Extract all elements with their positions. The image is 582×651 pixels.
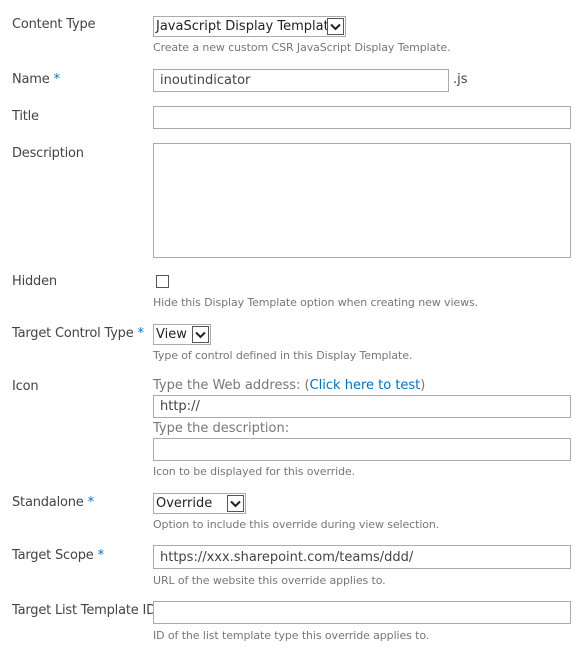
content-type-label: Content Type [12,17,95,32]
icon-url-input[interactable] [153,395,571,418]
standalone-description: Option to include this override during v… [153,518,440,531]
icon-help-description: Icon to be displayed for this override. [153,465,356,478]
standalone-label-text: Standalone [12,495,84,510]
icon-description-input[interactable] [153,438,571,461]
icon-label: Icon [12,379,39,394]
hidden-checkbox[interactable] [156,275,169,288]
web-address-prefix: Type the Web address: ( [153,378,310,393]
target-control-type-select[interactable]: View [153,324,211,345]
content-type-selected-value: JavaScript Display Template [156,19,337,34]
name-label: Name * [12,72,60,87]
target-control-type-label: Target Control Type * [12,326,144,341]
description-label: Description [12,146,84,161]
target-list-template-id-label: Target List Template ID [12,603,156,618]
title-label: Title [12,109,39,124]
content-type-label-text: Content Type [12,17,96,32]
target-control-type-description: Type of control defined in this Display … [153,349,413,362]
target-list-template-id-description: ID of the list template type this overri… [153,629,430,642]
required-asterisk: * [97,548,105,563]
icon-web-address-label: Type the Web address: (Click here to tes… [153,378,425,393]
test-link[interactable]: Click here to test [310,378,421,393]
web-address-suffix: ) [420,378,426,393]
required-asterisk: * [137,326,145,341]
chevron-down-icon[interactable] [327,18,344,35]
target-list-template-id-input[interactable] [153,601,571,624]
target-scope-label: Target Scope * [12,548,104,563]
standalone-selected-value: Override [156,496,213,511]
standalone-label: Standalone * [12,495,94,510]
required-asterisk: * [53,72,61,87]
required-asterisk: * [87,495,95,510]
content-type-description: Create a new custom CSR JavaScript Displ… [153,41,451,54]
chevron-down-icon[interactable] [227,495,244,512]
name-extension-suffix: .js [453,72,468,87]
hidden-label: Hidden [12,274,57,289]
target-scope-label-text: Target Scope [12,548,94,563]
chevron-down-icon[interactable] [192,326,209,343]
icon-description-label: Type the description: [153,421,290,436]
content-type-select[interactable]: JavaScript Display Template [153,16,346,37]
name-label-text: Name [12,72,50,87]
target-control-type-selected-value: View [156,327,187,342]
hidden-description: Hide this Display Template option when c… [153,296,479,309]
standalone-select[interactable]: Override [153,493,246,514]
title-input[interactable] [153,106,571,129]
target-scope-input[interactable] [153,545,571,569]
target-scope-description: URL of the website this override applies… [153,574,386,587]
name-input[interactable] [153,69,449,92]
description-textarea[interactable] [153,143,571,258]
target-control-type-label-text: Target Control Type [12,326,134,341]
